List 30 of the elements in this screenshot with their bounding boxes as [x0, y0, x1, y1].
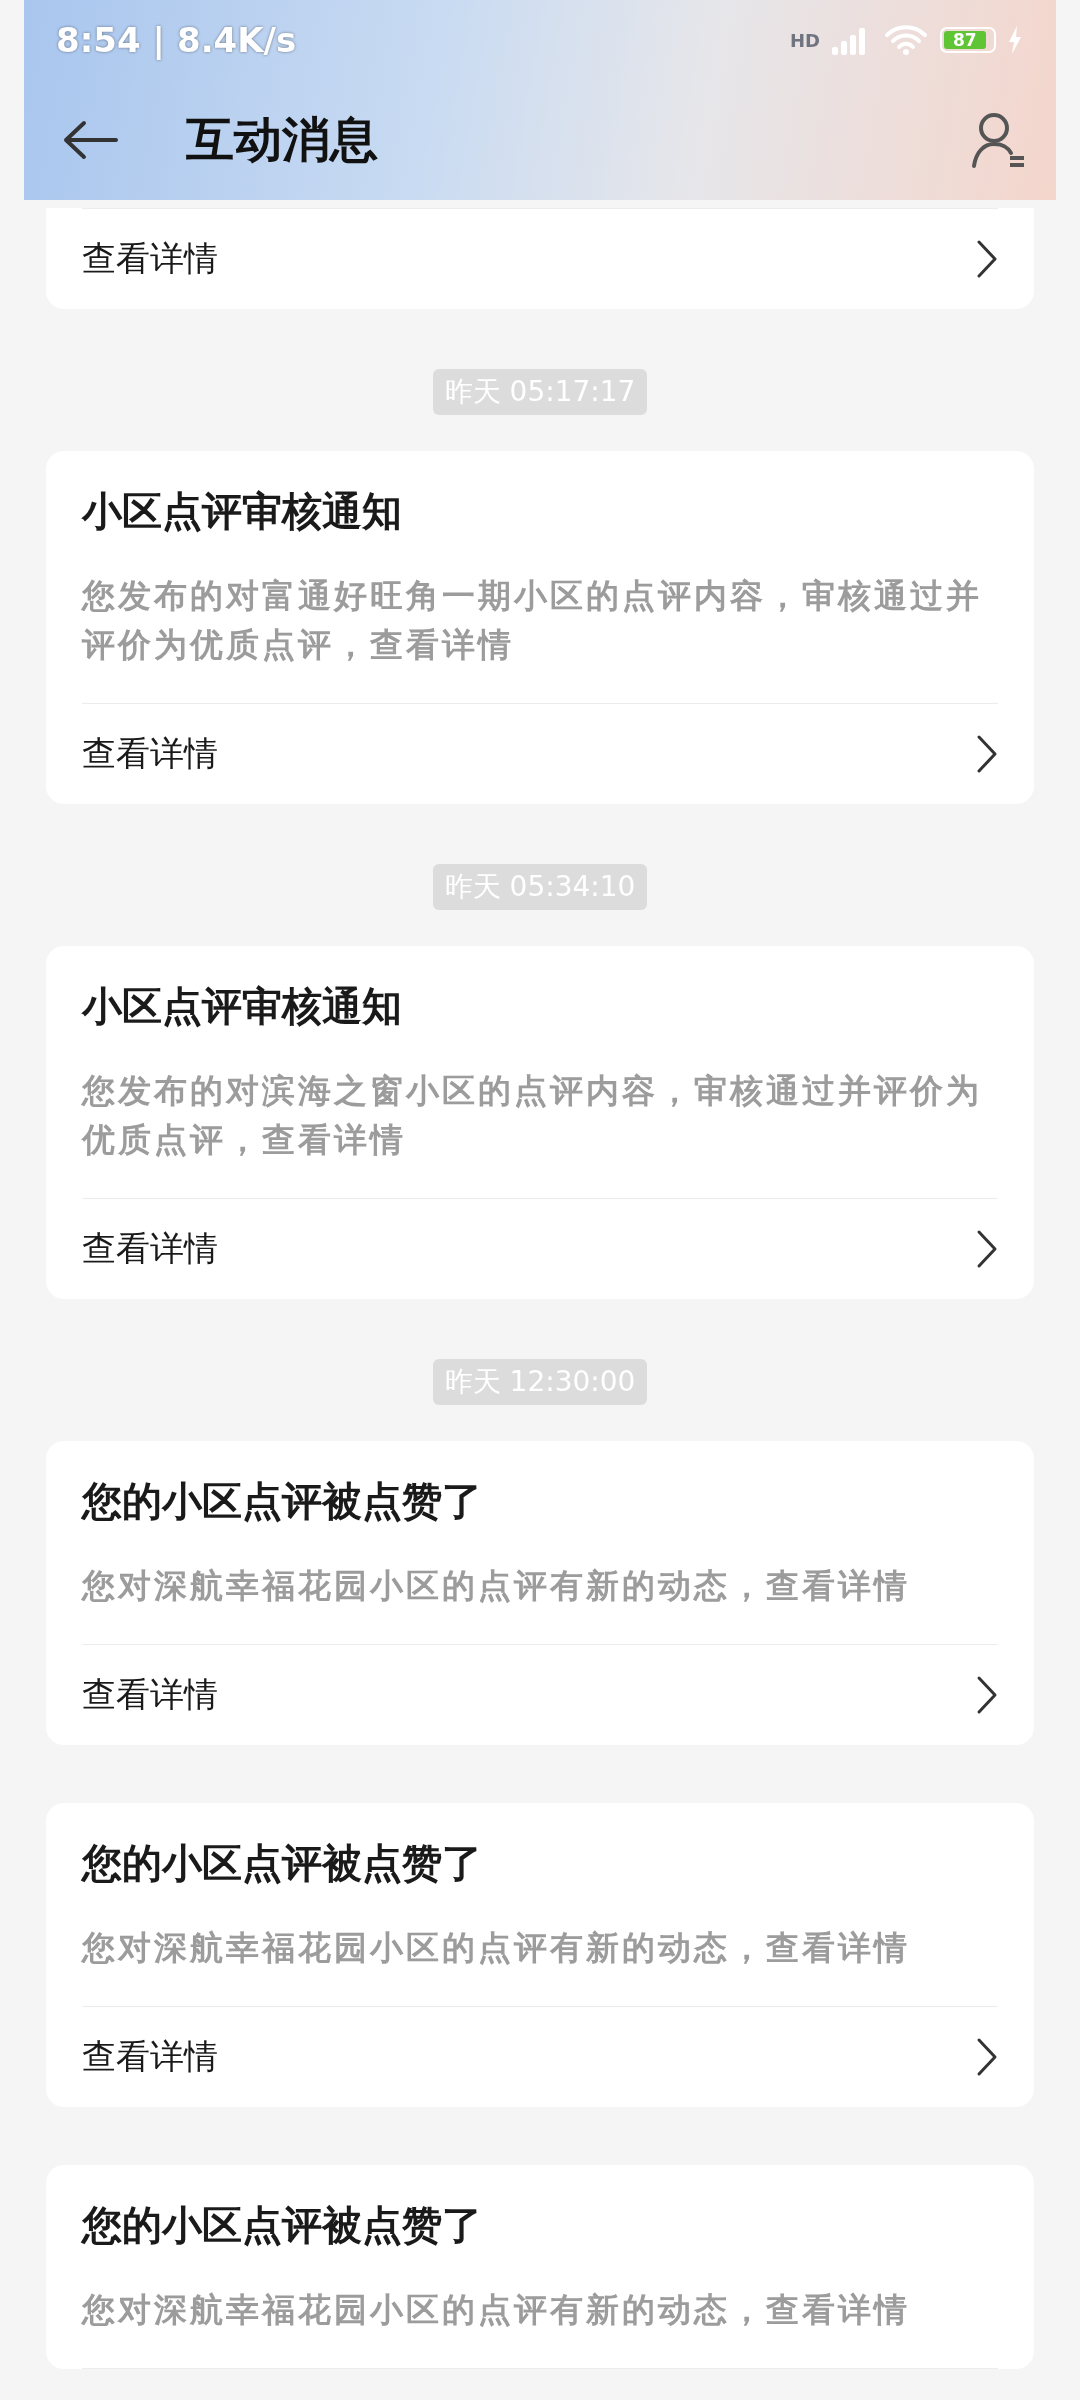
view-details-link[interactable]: 查看详情	[82, 2006, 998, 2107]
message-body: 您发布的对滨海之窗小区的点评内容，审核通过并评价为优质点评，查看详情	[82, 1070, 983, 1161]
battery-level: 87	[944, 31, 986, 49]
view-details-link[interactable]: 查看详情	[82, 703, 998, 804]
status-time: 8:54	[56, 20, 141, 60]
message-title: 您的小区点评被点赞了	[82, 2201, 483, 2250]
view-details-link[interactable]: 查看详情	[82, 1198, 998, 1299]
chevron-right-icon	[976, 1229, 998, 1269]
status-divider: |	[152, 20, 165, 60]
message-body: 您对深航幸福花园小区的点评有新的动态，查看详情	[82, 1565, 911, 1607]
user-icon[interactable]	[970, 110, 1026, 170]
chevron-right-icon	[976, 239, 998, 279]
view-details-link[interactable]: 查看详情	[82, 208, 998, 309]
message-title: 您的小区点评被点赞了	[82, 1839, 483, 1888]
message-title: 您的小区点评被点赞了	[82, 1477, 483, 1526]
page-title: 互动消息	[186, 110, 378, 169]
chevron-right-icon	[976, 1675, 998, 1715]
chevron-right-icon	[976, 734, 998, 774]
charging-icon	[1008, 26, 1022, 54]
message-title: 小区点评审核通知	[82, 982, 403, 1031]
chevron-right-icon	[976, 2037, 998, 2077]
message-title: 小区点评审核通知	[82, 487, 403, 536]
view-details-link[interactable]: 查看详情	[82, 1644, 998, 1745]
message-body: 您发布的对富通好旺角一期小区的点评内容，审核通过并评价为优质点评，查看详情	[82, 575, 983, 666]
back-icon[interactable]	[62, 120, 118, 160]
wifi-icon	[884, 24, 928, 56]
message-body: 您对深航幸福花园小区的点评有新的动态，查看详情	[82, 1927, 911, 1969]
network-speed: 8.4K/s	[177, 20, 297, 60]
network-type: HD	[790, 29, 820, 51]
message-body: 您对深航幸福花园小区的点评有新的动态，查看详情	[82, 2289, 911, 2331]
